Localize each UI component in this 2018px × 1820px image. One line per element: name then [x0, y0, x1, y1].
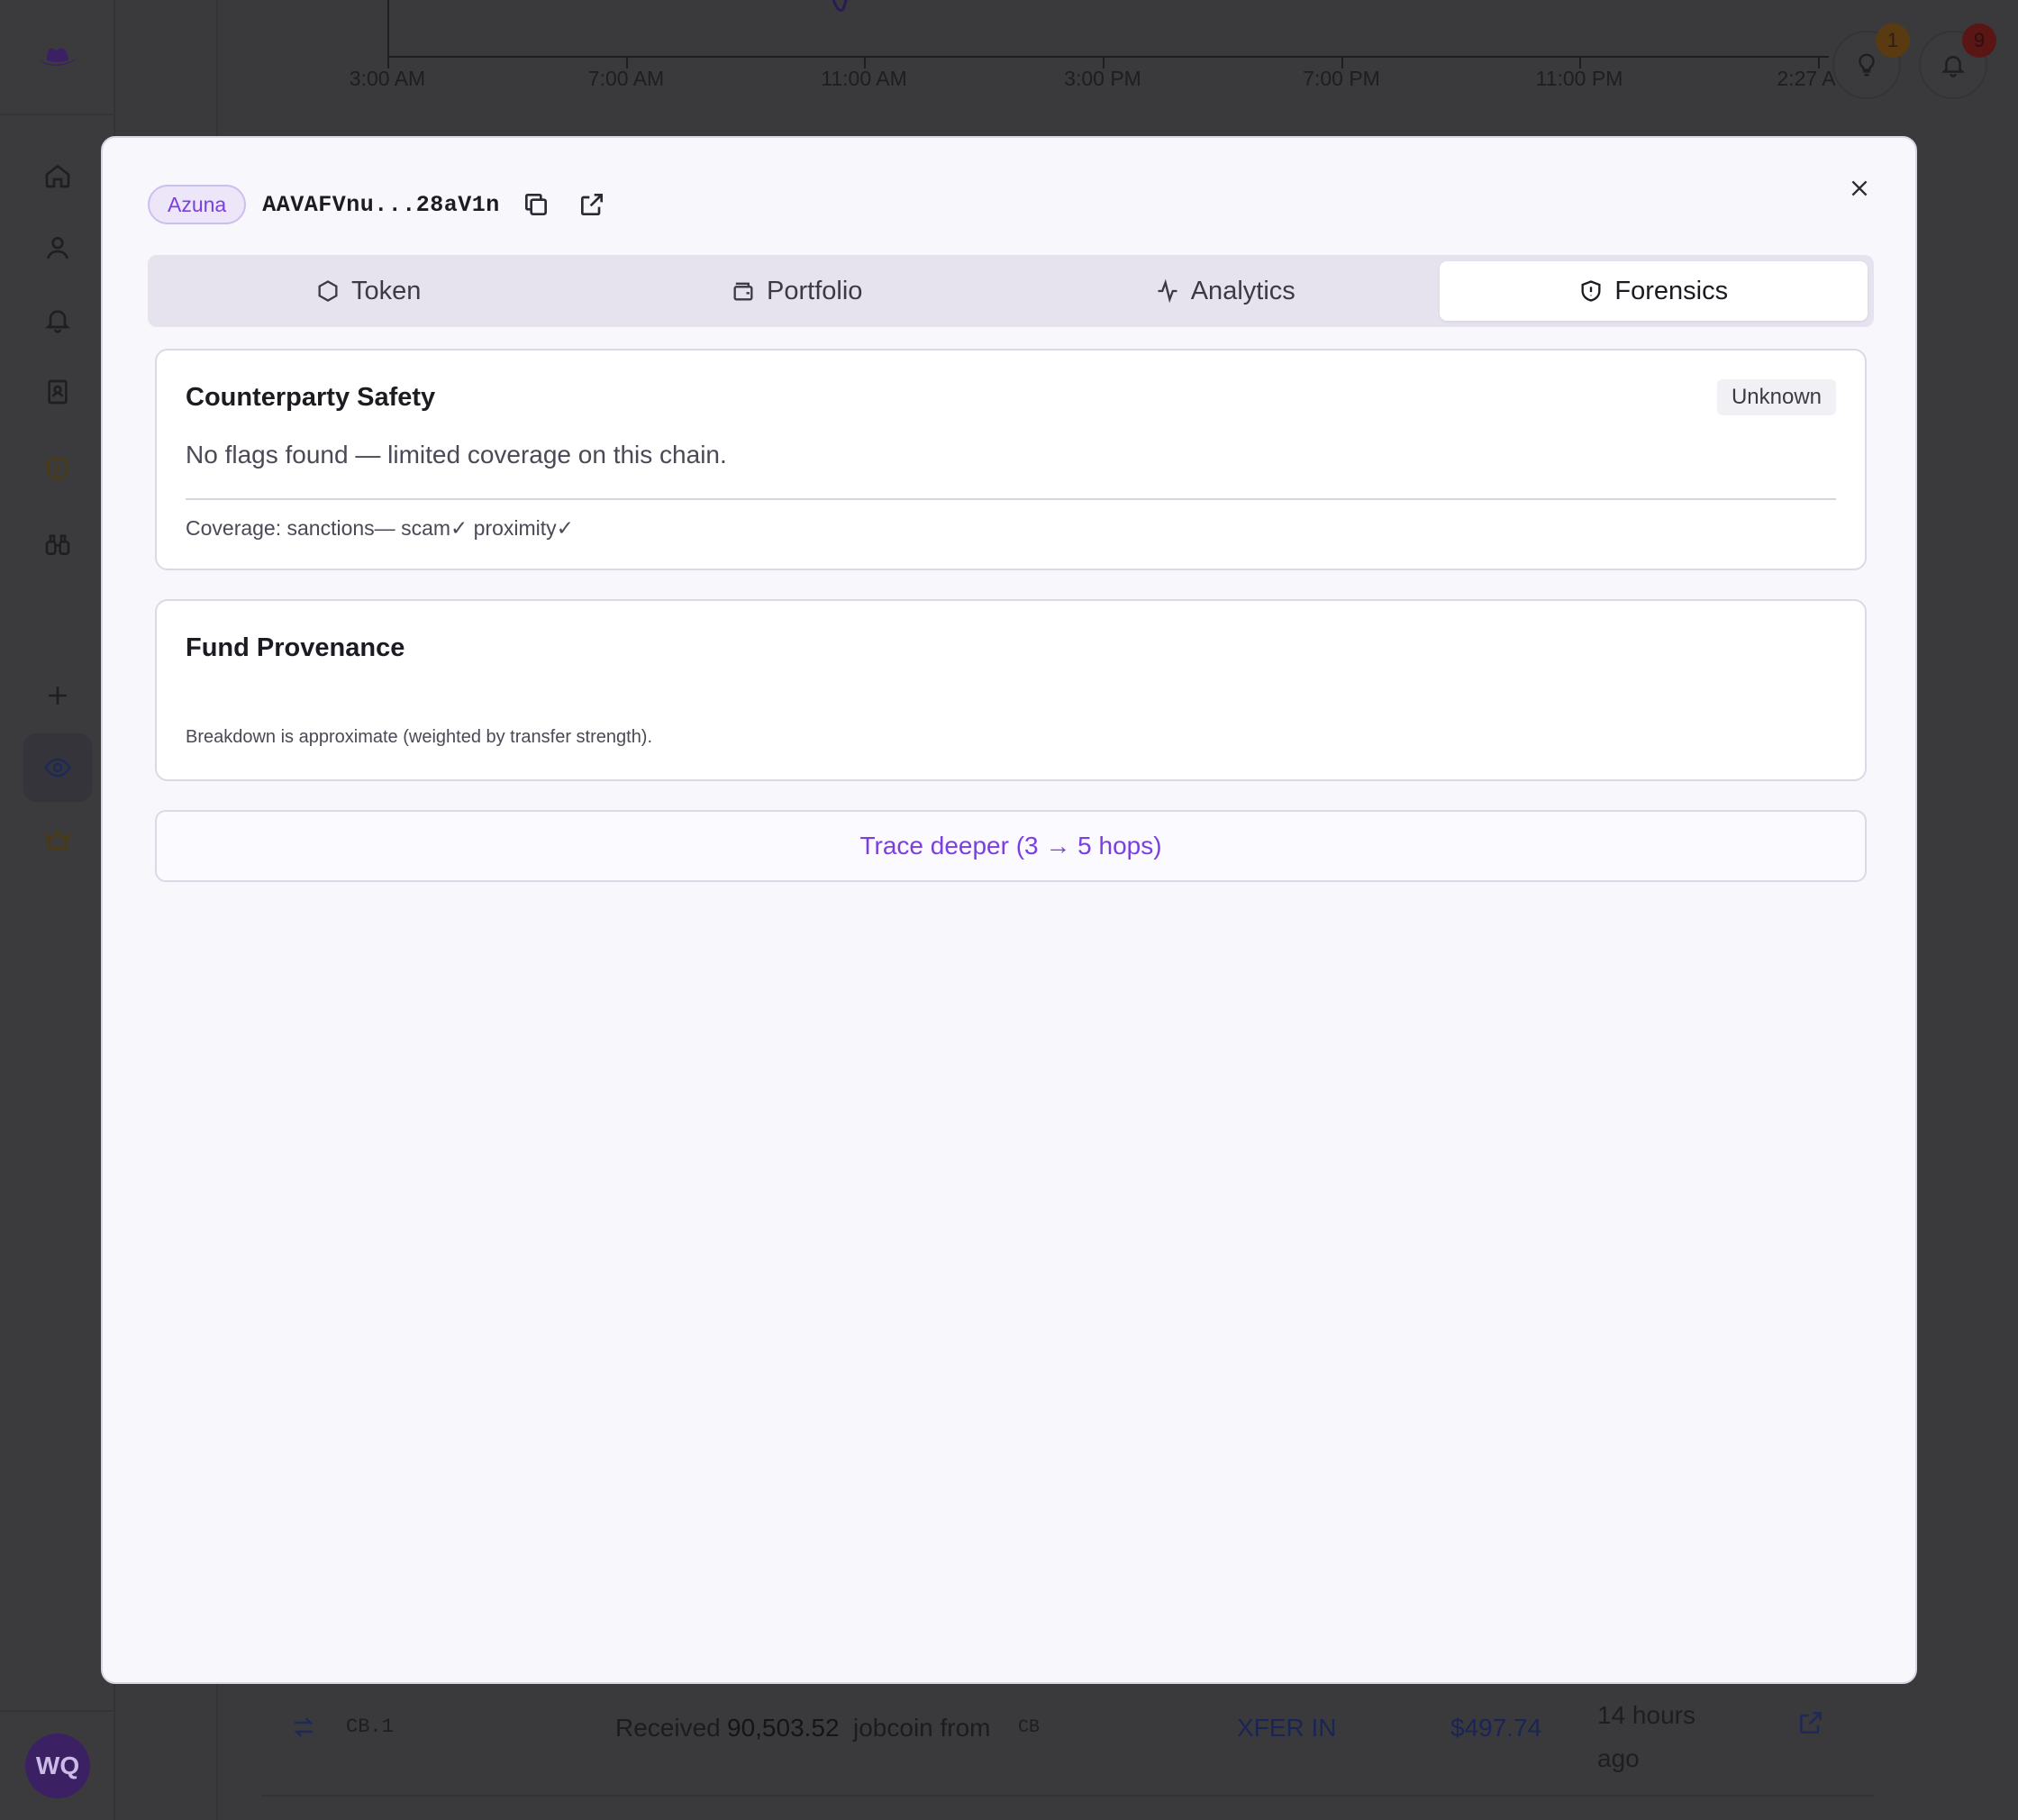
divider [186, 498, 1836, 500]
chart-tick-label: 3:00 PM [1064, 67, 1141, 90]
fund-provenance-card: Fund Provenance Breakdown is approximate… [155, 599, 1867, 781]
plus-icon [49, 687, 67, 705]
tips-badge: 1 [1876, 23, 1910, 58]
user-area: WQ [0, 1710, 115, 1820]
copy-address-button[interactable] [516, 185, 556, 224]
notifications-badge: 9 [1962, 23, 1996, 58]
hat-logo-icon [40, 48, 76, 66]
chart-tick-label: 7:00 PM [1303, 67, 1380, 90]
row-desc-mid: jobcoin from [853, 1714, 991, 1742]
chart-tick-label: 11:00 PM [1535, 67, 1623, 90]
chart-tick-label: 7:00 AM [587, 67, 665, 90]
row-time: 14 hours ago [1597, 1701, 1695, 1772]
tab-analytics[interactable]: Analytics [1011, 261, 1440, 321]
lightbulb-icon [1859, 53, 1875, 77]
nav-home[interactable] [23, 141, 92, 210]
table-row[interactable]: CB.1 Received 90,503.52 jobcoin from CB … [261, 1685, 1874, 1797]
row-value: $497.74 [1450, 1714, 1542, 1742]
trace-deeper-button[interactable]: Trace deeper (3 → 5 hops) [155, 810, 1867, 882]
close-button[interactable] [1841, 170, 1877, 206]
nav-alerts[interactable] [23, 286, 92, 354]
row-counterparty[interactable]: CB [1018, 1717, 1040, 1738]
activity-icon [1158, 278, 1177, 304]
bell-icon [1941, 56, 1966, 77]
hexagon-icon [318, 280, 338, 302]
bell-icon [45, 310, 70, 333]
wallet-address: AAVAFVnu...28aV1n [262, 191, 500, 218]
chain-badge: Azuna [148, 185, 247, 224]
nav-security[interactable] [23, 434, 92, 503]
app-sidebar: WQ [0, 0, 115, 1820]
tips-button[interactable]: 1 [1832, 23, 1910, 99]
user-icon [47, 237, 68, 259]
chart-tick-label: 11:00 AM [821, 67, 907, 90]
provenance-footnote: Breakdown is approximate (weighted by tr… [186, 727, 653, 747]
tab-forensics[interactable]: Forensics [1439, 261, 1868, 321]
chart-tick-label: 3:00 AM [349, 67, 426, 90]
tab-portfolio[interactable]: Portfolio [583, 261, 1012, 321]
nav-watchlist[interactable] [23, 733, 92, 802]
chart-tick-label: 2:27 A [1777, 67, 1836, 90]
eye-icon [44, 758, 71, 778]
counterparty-safety-card: Counterparty Safety Unknown No flags fou… [155, 349, 1867, 570]
chart-line [832, 0, 848, 12]
avatar[interactable]: WQ [25, 1734, 90, 1798]
chart-y-axis [387, 0, 389, 58]
wallet-modal: Azuna AAVAFVnu...28aV1n Token Portfolio … [101, 136, 1917, 1684]
copy-icon [524, 194, 547, 215]
safety-description: No flags found — limited coverage on thi… [186, 441, 727, 469]
card-title: Counterparty Safety [186, 383, 436, 412]
nav-add[interactable] [23, 661, 92, 730]
background-chart: 3:00 AM 7:00 AM 11:00 AM 3:00 PM 7:00 PM… [216, 0, 1838, 126]
row-token: CB.1 [346, 1715, 394, 1738]
nav-contacts[interactable] [23, 358, 92, 426]
open-explorer-button[interactable] [572, 185, 612, 224]
card-title: Fund Provenance [186, 633, 405, 662]
tab-label: Forensics [1614, 276, 1729, 305]
nav-profile[interactable] [23, 214, 92, 282]
shield-check-icon [47, 456, 68, 481]
transfer-icon [294, 1717, 314, 1737]
tab-token[interactable]: Token [154, 261, 583, 321]
contact-book-icon [48, 379, 68, 405]
external-link-icon[interactable] [1796, 1708, 1825, 1737]
nav-premium[interactable] [23, 805, 92, 874]
tab-label: Token [351, 276, 422, 305]
logo[interactable] [0, 0, 115, 115]
home-icon [45, 164, 70, 188]
close-icon [1851, 180, 1868, 196]
binoculars-icon [45, 534, 70, 555]
shield-icon [1581, 280, 1601, 302]
row-desc-prefix: Received [615, 1714, 721, 1742]
modal-header: Azuna AAVAFVnu...28aV1n [148, 185, 612, 224]
chart-x-axis [387, 56, 1829, 58]
row-amount: 90,503.52 [727, 1714, 840, 1742]
wallet-icon [733, 282, 753, 301]
coverage-summary: Coverage: sanctions— scam✓ proximity✓ [186, 516, 574, 540]
row-type: XFER IN [1237, 1714, 1337, 1742]
crown-icon [44, 829, 71, 850]
external-link-icon [580, 194, 603, 215]
tab-label: Analytics [1190, 276, 1295, 305]
modal-tabs: Token Portfolio Analytics Forensics [148, 255, 1874, 327]
notifications-button[interactable]: 9 [1919, 23, 1996, 99]
status-badge: Unknown [1716, 379, 1836, 415]
nav-explore[interactable] [23, 510, 92, 578]
tab-label: Portfolio [767, 276, 863, 305]
